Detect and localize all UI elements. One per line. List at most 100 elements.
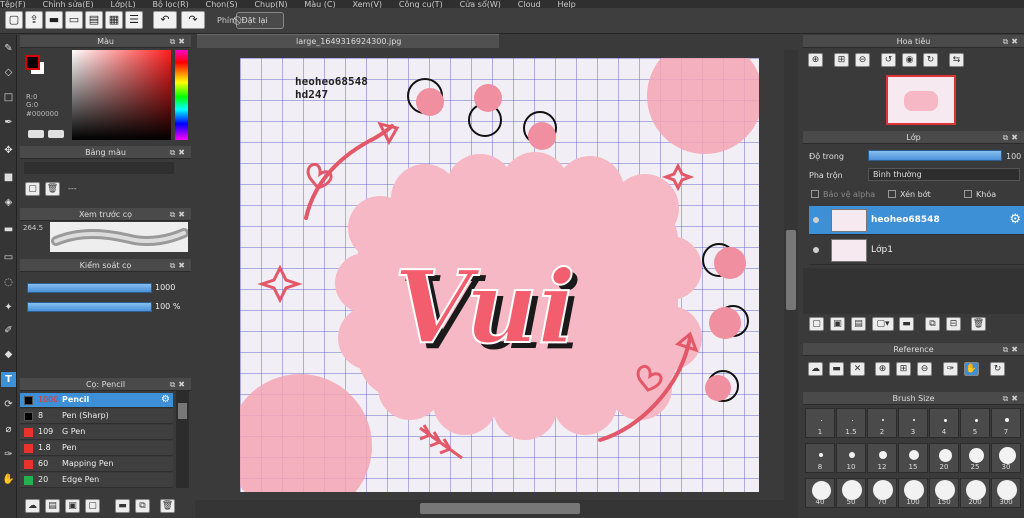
panel-controls-icon[interactable]: ⧉✖	[170, 35, 188, 48]
new-file-icon[interactable]: ▢	[5, 11, 23, 29]
brush-size-preset[interactable]: 100	[898, 478, 928, 508]
select-eraser-tool-icon[interactable]: ◆	[1, 347, 16, 362]
brush-size-preset[interactable]: 7	[991, 408, 1021, 438]
vertical-scroll-thumb[interactable]	[786, 230, 796, 310]
horizontal-scrollbar[interactable]	[195, 500, 798, 518]
menu-cloud[interactable]: Cloud	[518, 1, 541, 9]
gradient-tool-icon[interactable]: ▬	[1, 222, 16, 237]
navigator-thumbnail[interactable]	[886, 75, 956, 125]
layer-folder-icon[interactable]: ▬	[899, 317, 914, 331]
layer-row[interactable]: heoheo68548 ⚙	[809, 206, 1024, 235]
brush-size-preset[interactable]: 15	[898, 443, 928, 473]
brush-row[interactable]: 20 Edge Pen	[20, 473, 173, 488]
duplicate-layer-icon[interactable]: ⧉	[925, 317, 940, 331]
delete-layer-icon[interactable]: 🗑	[971, 317, 986, 331]
layer-mask-icon[interactable]: ▤	[851, 317, 866, 331]
brush-size-preset[interactable]: 20	[929, 443, 959, 473]
brush-opacity-value[interactable]: 100 %	[155, 302, 185, 311]
brush-size-preset[interactable]: 30	[991, 443, 1021, 473]
reference-cloud-icon[interactable]: ☁	[808, 362, 823, 376]
color-mini-button[interactable]	[48, 130, 64, 138]
reference-open-icon[interactable]: ▬	[829, 362, 844, 376]
new-palette-icon[interactable]: ▢	[25, 182, 40, 196]
brush-tool-icon[interactable]: ✎	[1, 41, 16, 56]
reference-zoom-in-icon[interactable]: ⊕	[875, 362, 890, 376]
reference-hand-icon[interactable]: ✋	[964, 362, 979, 376]
vertical-scrollbar[interactable]	[784, 50, 798, 500]
brush-size-preset[interactable]: 5	[960, 408, 990, 438]
brush-size-preset[interactable]: 25	[960, 443, 990, 473]
panel-controls-icon[interactable]: ⧉✖	[170, 378, 188, 391]
brush-menu-icon[interactable]: ▤	[45, 499, 60, 513]
chat-icon[interactable]: ▬	[45, 11, 63, 29]
menu-filter[interactable]: Bộ lọc(R)	[153, 1, 189, 9]
move-tool-icon[interactable]: ✥	[1, 143, 16, 158]
brush-size-preset[interactable]: 150	[929, 478, 959, 508]
reference-rotate-icon[interactable]: ↻	[990, 362, 1005, 376]
eraser-tool-icon[interactable]: ◇	[1, 65, 16, 80]
text-tool-icon[interactable]: T	[1, 372, 16, 387]
zoom-in-icon[interactable]: ⊕	[808, 53, 823, 67]
share-icon[interactable]: ⇪	[25, 11, 43, 29]
hue-slider[interactable]	[175, 50, 188, 140]
hand-tool-icon[interactable]: ✋	[1, 472, 16, 487]
menu-color[interactable]: Màu (C)	[304, 1, 335, 9]
panel-controls-icon[interactable]: ⧉✖	[1003, 35, 1021, 48]
menu-capture[interactable]: Chụp(N)	[254, 1, 287, 9]
duplicate-brush-icon[interactable]: ⧉	[135, 499, 150, 513]
reset-view-icon[interactable]: ◉	[902, 53, 917, 67]
eyedropper-alt-icon[interactable]: ✑	[1, 447, 16, 462]
layer-opacity-slider[interactable]	[868, 150, 1002, 161]
flip-icon[interactable]: ⇆	[949, 53, 964, 67]
brush-opacity-slider[interactable]	[27, 302, 152, 312]
protect-alpha-checkbox[interactable]: Bảo vệ alpha	[811, 190, 875, 199]
brush-row[interactable]: 60 Mapping Pen	[20, 457, 173, 472]
brush-size-slider[interactable]	[27, 283, 152, 293]
brush-size-preset[interactable]: 8	[805, 443, 835, 473]
menu-layer[interactable]: Lớp(L)	[110, 1, 135, 9]
brush-size-preset[interactable]: 70	[867, 478, 897, 508]
zoom-fit-icon[interactable]: ⊞	[834, 53, 849, 67]
color-mini-button[interactable]	[28, 130, 44, 138]
document-tab[interactable]: large_1649316924300.jpg	[197, 34, 499, 48]
menu-file[interactable]: Tệp(F)	[0, 1, 26, 9]
undo-icon[interactable]: ↶	[153, 11, 177, 29]
rotate-tool-icon[interactable]: ⟳	[1, 397, 16, 412]
menu-view[interactable]: Xem(V)	[352, 1, 382, 9]
layer-row[interactable]: Lớp1	[809, 236, 1024, 265]
lock-checkbox[interactable]: Khóa	[964, 190, 996, 199]
merge-layer-icon[interactable]: ⊟	[946, 317, 961, 331]
panel-controls-icon[interactable]: ⧉✖	[170, 259, 188, 272]
pen-tool-icon[interactable]: ✒	[1, 115, 16, 130]
panel-controls-icon[interactable]: ⧉✖	[170, 146, 188, 159]
comment-icon[interactable]: ▭	[65, 11, 83, 29]
menu-window[interactable]: Cửa sổ(W)	[460, 1, 501, 9]
horizontal-scroll-thumb[interactable]	[420, 503, 580, 514]
brush-row[interactable]: 1000 Pencil ⚙	[20, 393, 173, 408]
palette-swatch-area[interactable]	[24, 162, 174, 174]
delete-palette-icon[interactable]: 🗑	[45, 182, 60, 196]
visibility-eye-icon[interactable]	[813, 217, 819, 223]
reset-button[interactable]: ⃠ Đặt lại	[236, 12, 284, 29]
brush-size-preset[interactable]: 1	[805, 408, 835, 438]
reference-close-icon[interactable]: ✕	[850, 362, 865, 376]
drawing-canvas[interactable]: Vui Vui heoheo68548 hd247	[240, 58, 759, 492]
brush-row[interactable]: 8 Pen (Sharp)	[20, 409, 173, 424]
menu-select[interactable]: Chọn(S)	[206, 1, 238, 9]
brush-size-preset[interactable]: 10	[836, 443, 866, 473]
panel-controls-icon[interactable]: ⧉✖	[1003, 392, 1021, 405]
layer-settings-gear-icon[interactable]: ⚙	[1009, 212, 1021, 227]
blend-mode-select[interactable]: Bình thường	[868, 168, 1020, 181]
menu-help[interactable]: Help	[558, 1, 576, 9]
rotate-left-icon[interactable]: ↺	[881, 53, 896, 67]
zoom-out-icon[interactable]: ⊖	[855, 53, 870, 67]
reference-zoom-out-icon[interactable]: ⊖	[917, 362, 932, 376]
magic-wand-tool-icon[interactable]: ✦	[1, 300, 16, 315]
panel-controls-icon[interactable]: ⧉✖	[1003, 131, 1021, 144]
menu-edit[interactable]: Chỉnh sửa(E)	[43, 1, 94, 9]
fill-rect-tool-icon[interactable]: ■	[1, 170, 16, 185]
brush-size-preset[interactable]: 300	[991, 478, 1021, 508]
brush-size-preset[interactable]: 4	[929, 408, 959, 438]
shape-tool-icon[interactable]: ▭	[1, 250, 16, 265]
new-layer-alt-icon[interactable]: ▣	[830, 317, 845, 331]
